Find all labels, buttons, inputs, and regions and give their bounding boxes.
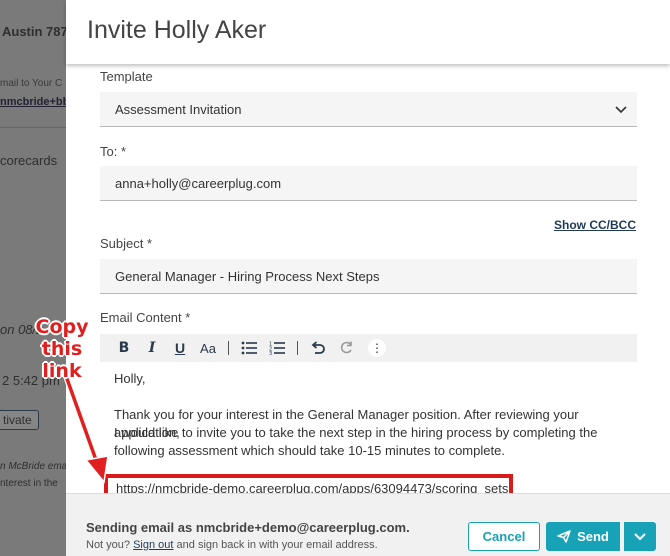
email-greeting: Holly, (114, 371, 146, 386)
paper-plane-icon (557, 530, 571, 543)
not-you-text: Not you? Sign out and sign back in with … (86, 539, 378, 551)
template-select[interactable]: Assessment Invitation (100, 92, 637, 127)
send-options-dropdown[interactable] (624, 522, 656, 551)
annotation-line: Copy (35, 316, 89, 338)
to-value: anna+holly@careerplug.com (115, 175, 282, 191)
more-options-icon[interactable]: ⋮ (368, 339, 386, 357)
to-field[interactable]: anna+holly@careerplug.com (100, 166, 637, 201)
copy-link-annotation: Copy this link (22, 316, 102, 382)
toolbar-divider (228, 341, 229, 355)
background-email-link: nmcbride+bbra (0, 96, 66, 108)
chevron-down-icon (615, 106, 627, 114)
background-divider (0, 127, 66, 128)
bold-button[interactable]: B (114, 338, 134, 358)
send-button[interactable]: Send (546, 522, 620, 551)
background-page: Austin 7870 mail to Your C nmcbride+bbra… (0, 0, 66, 556)
subject-label: Subject * (100, 236, 153, 251)
cancel-button[interactable]: Cancel (468, 522, 540, 551)
bullet-list-icon[interactable] (239, 338, 259, 358)
send-label: Send (577, 529, 609, 544)
redo-icon[interactable] (336, 338, 356, 358)
template-value: Assessment Invitation (115, 101, 242, 117)
undo-icon[interactable] (308, 338, 328, 358)
background-interest-line: nterest in the (0, 478, 58, 489)
modal-header: Invite Holly Aker (66, 0, 670, 64)
template-label: Template (100, 69, 153, 84)
background-address: Austin 7870 (2, 24, 66, 39)
subject-value: General Manager - Hiring Process Next St… (115, 268, 380, 284)
sign-back-text: and sign back in with your email address… (176, 539, 378, 551)
email-body-line: following assessment which should take 1… (114, 443, 505, 458)
modal-title: Invite Holly Aker (87, 16, 267, 44)
numbered-list-icon[interactable]: 123 (267, 338, 287, 358)
chevron-down-icon (634, 532, 646, 540)
sending-as-text: Sending email as nmcbride+demo@careerplu… (86, 520, 410, 535)
background-scorecards: corecards (0, 153, 58, 168)
not-you-label: Not you? (86, 539, 131, 551)
email-body-line: I would like to invite you to take the n… (114, 425, 598, 440)
invite-modal: Invite Holly Aker Template Assessment In… (66, 0, 670, 556)
background-email-label: mail to Your C (0, 78, 63, 89)
font-size-button[interactable]: Aa (198, 338, 218, 358)
to-label: To: * (100, 144, 127, 159)
sign-out-link[interactable]: Sign out (133, 539, 173, 551)
email-content-label: Email Content * (100, 310, 191, 325)
background-activate-button: tivate (0, 410, 39, 430)
subject-field[interactable]: General Manager - Hiring Process Next St… (100, 259, 637, 294)
show-cc-bcc-link[interactable]: Show CC/BCC (554, 218, 636, 232)
editor-toolbar: B I U Aa 123 ⋮ (100, 334, 637, 362)
background-mcbride-line: n McBride ema (0, 461, 66, 472)
toolbar-divider (297, 341, 298, 355)
annotation-line: this link (41, 338, 83, 382)
svg-text:3: 3 (269, 351, 272, 355)
underline-button[interactable]: U (170, 338, 190, 358)
italic-button[interactable]: I (142, 338, 162, 358)
modal-footer: Sending email as nmcbride+demo@careerplu… (66, 493, 670, 556)
